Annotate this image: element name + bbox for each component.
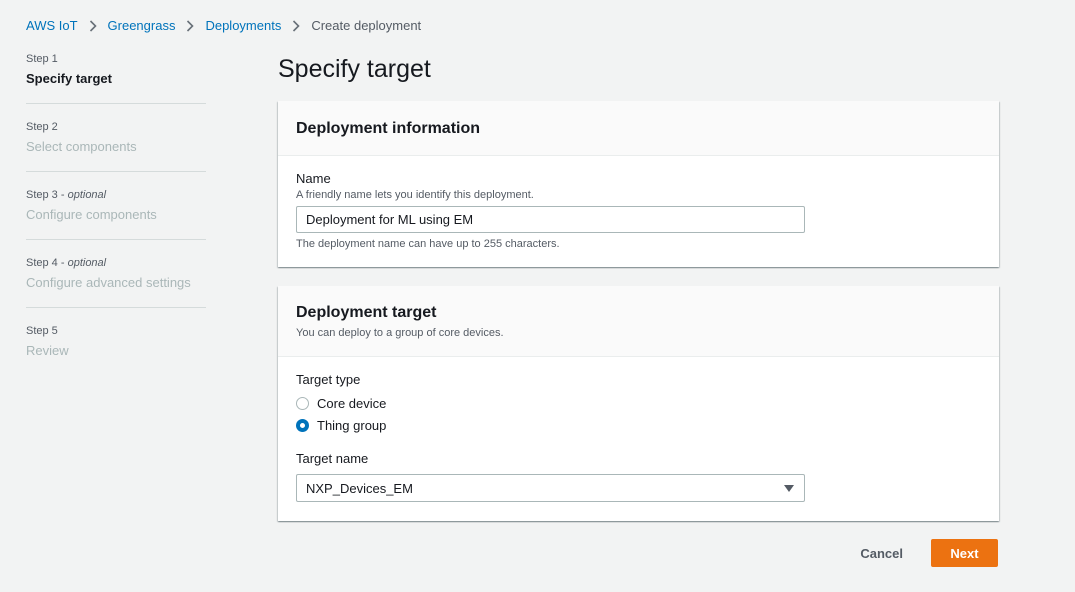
breadcrumb-current: Create deployment [311, 17, 422, 33]
step-label: Specify target [26, 71, 112, 86]
radio-unchecked-icon[interactable] [296, 396, 309, 410]
step-optional: optional [67, 257, 107, 269]
step-2: Step 2 Select components [26, 120, 206, 172]
panel-header: Deployment information [278, 101, 999, 156]
panel-body: Name A friendly name lets you identify t… [278, 156, 999, 267]
panel-body: Target type Core device Thing group Targ… [278, 357, 999, 521]
wizard-steps: Step 1 Specify target Step 2 Select comp… [26, 52, 206, 391]
step-number: Step 4 - optional [26, 257, 107, 269]
radio-thing-group[interactable]: Thing group [296, 414, 981, 436]
step-label: Configure components [26, 207, 157, 222]
deployment-target-panel: Deployment target You can deploy to a gr… [278, 286, 999, 521]
caret-down-icon [784, 484, 794, 492]
radio-label: Core device [317, 395, 387, 411]
deployment-name-input[interactable] [296, 206, 805, 233]
step-4: Step 4 - optional Configure advanced set… [26, 256, 206, 308]
radio-checked-icon[interactable] [296, 418, 309, 432]
step-label: Select components [26, 139, 137, 154]
name-label: Name [296, 171, 331, 186]
breadcrumb-aws-iot[interactable]: AWS IoT [26, 18, 78, 33]
name-description: A friendly name lets you identify this d… [296, 189, 534, 201]
step-label: Configure advanced settings [26, 275, 191, 290]
step-3: Step 3 - optional Configure components [26, 188, 206, 240]
breadcrumb: AWS IoT Greengrass Deployments Create de… [26, 17, 421, 33]
step-optional: optional [67, 189, 107, 201]
step-5: Step 5 Review [26, 324, 206, 375]
page-title: Specify target [278, 55, 431, 83]
panel-title: Deployment target [296, 304, 437, 321]
breadcrumb-deployments[interactable]: Deployments [205, 18, 281, 33]
step-number: Step 2 [26, 121, 58, 133]
target-name-label: Target name [296, 451, 369, 466]
step-label: Review [26, 343, 69, 358]
step-number: Step 5 [26, 325, 58, 337]
target-type-label: Target type [296, 372, 361, 387]
wizard-actions: Cancel Next [850, 539, 998, 567]
chevron-right-icon [281, 18, 311, 33]
breadcrumb-greengrass[interactable]: Greengrass [108, 18, 176, 33]
radio-core-device[interactable]: Core device [296, 392, 981, 414]
target-name-select[interactable]: NXP_Devices_EM [296, 474, 805, 502]
name-constraint: The deployment name can have up to 255 c… [296, 238, 560, 250]
target-type-radio-group: Core device Thing group [296, 392, 981, 436]
step-number: Step 1 [26, 53, 58, 65]
step-1: Step 1 Specify target [26, 52, 206, 104]
cancel-button[interactable]: Cancel [850, 539, 913, 567]
chevron-right-icon [78, 18, 108, 33]
chevron-right-icon [175, 18, 205, 33]
step-number: Step 3 - optional [26, 189, 107, 201]
target-name-value: NXP_Devices_EM [306, 480, 413, 496]
panel-description: You can deploy to a group of core device… [296, 327, 504, 339]
next-button[interactable]: Next [931, 539, 998, 567]
deployment-information-panel: Deployment information Name A friendly n… [278, 101, 999, 267]
panel-title: Deployment information [296, 120, 481, 137]
radio-label: Thing group [317, 417, 387, 433]
panel-header: Deployment target You can deploy to a gr… [278, 286, 999, 357]
